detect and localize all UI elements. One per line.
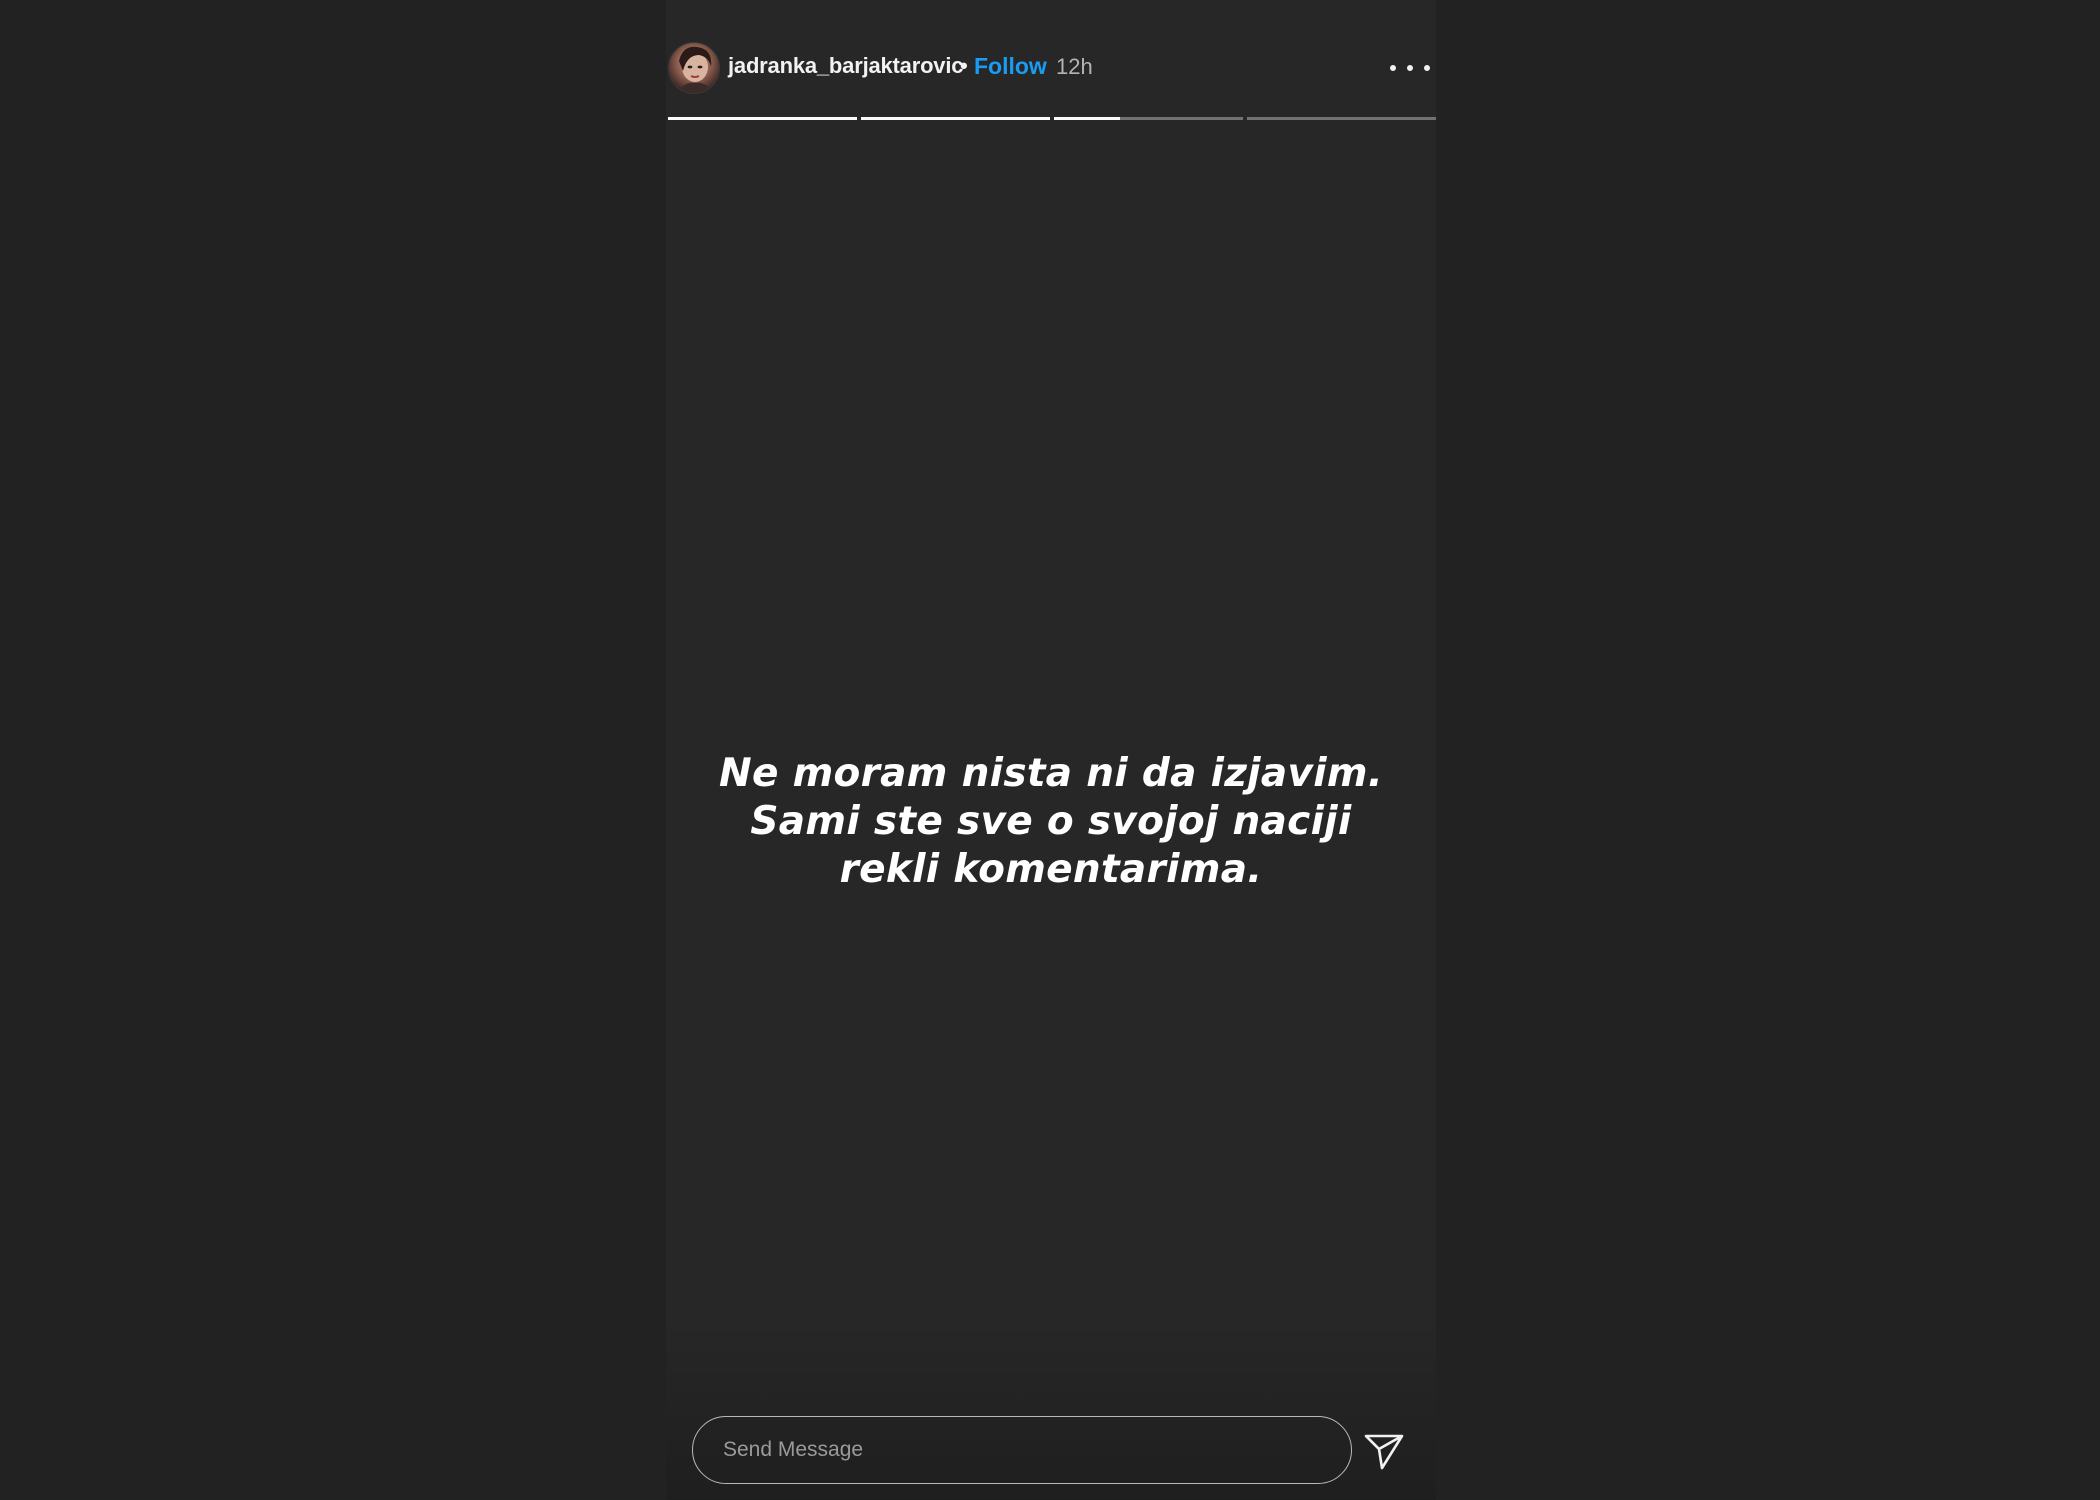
avatar-image — [677, 46, 713, 93]
progress-segment — [1054, 117, 1243, 120]
more-dot — [1390, 65, 1396, 71]
story-caption: Ne moram nista ni da izjavim. Sami ste s… — [719, 751, 1383, 892]
follow-button[interactable]: Follow — [974, 53, 1047, 80]
separator-dot: • — [960, 53, 968, 78]
more-dot — [1424, 65, 1430, 71]
progress-segment — [861, 117, 1050, 120]
story-header: jadranka_barjaktarovic • Follow 12h — [666, 40, 1436, 96]
more-dot — [1407, 65, 1413, 71]
send-glyph — [1364, 1434, 1404, 1470]
story-viewer[interactable]: jadranka_barjaktarovic • Follow 12h Ne m… — [666, 0, 1436, 1500]
progress-segment — [668, 117, 857, 120]
progress-segment — [1247, 117, 1436, 120]
story-progress — [668, 117, 1436, 120]
send-message-input[interactable] — [692, 1416, 1352, 1484]
progress-fill — [1054, 117, 1121, 120]
progress-fill — [668, 117, 857, 120]
more-options-icon[interactable] — [1390, 58, 1430, 78]
paper-plane-icon[interactable] — [1362, 1428, 1406, 1472]
profile-avatar[interactable] — [668, 42, 720, 94]
username[interactable]: jadranka_barjaktarovic — [728, 53, 963, 79]
progress-fill — [861, 117, 1050, 120]
page-backdrop: jadranka_barjaktarovic • Follow 12h Ne m… — [0, 0, 2100, 1500]
post-time: 12h — [1056, 54, 1093, 79]
